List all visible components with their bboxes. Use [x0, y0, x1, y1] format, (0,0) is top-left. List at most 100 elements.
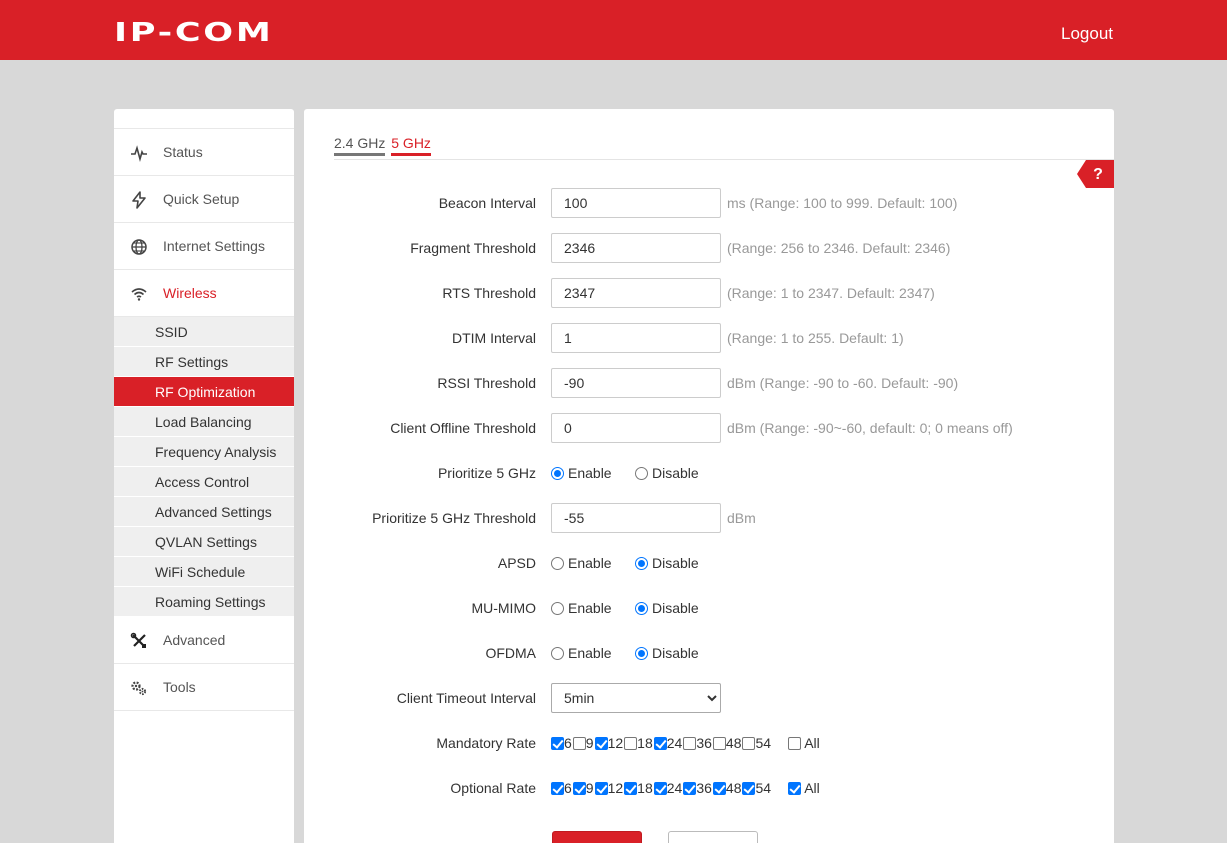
optional-rate-48-checkbox[interactable]	[712, 782, 726, 795]
optional-rate-all-checkbox[interactable]	[788, 782, 802, 795]
ofdma-disable-radio[interactable]: Disable	[635, 645, 699, 661]
optional-rate-row: Optional Rate 6 9 12 18 24 36 48 54 All	[304, 773, 1114, 803]
radio-label: Enable	[568, 555, 612, 571]
sidebar-item-label: Internet Settings	[163, 238, 265, 254]
sidebar-item-label: Advanced	[163, 632, 226, 648]
optional-rate-54-checkbox[interactable]	[742, 782, 756, 795]
radio-dot	[635, 647, 648, 660]
rate-label: 24	[666, 780, 683, 796]
radio-label: Disable	[652, 465, 699, 481]
sidebar-item-advanced[interactable]: Advanced	[114, 617, 294, 664]
globe-icon	[131, 239, 147, 255]
mandatory-rate-54-checkbox[interactable]	[742, 737, 756, 750]
sidebar-sub-rf-settings[interactable]: RF Settings	[114, 347, 294, 377]
fragment-threshold-input[interactable]	[551, 233, 721, 263]
mandatory-rate-row: Mandatory Rate 6 9 12 18 24 36 48 54 All	[304, 728, 1114, 758]
apsd-enable-radio[interactable]: Enable	[551, 555, 612, 571]
client-offline-threshold-input[interactable]	[551, 413, 721, 443]
mandatory-rate-9-checkbox[interactable]	[572, 737, 586, 750]
client-timeout-row: Client Timeout Interval 5min	[304, 683, 1114, 713]
rate-label: 36	[696, 735, 712, 751]
main-panel: 2.4 GHz 5 GHz ? Beacon Interval ms (Rang…	[304, 109, 1114, 843]
mandatory-rate-all[interactable]: All	[788, 735, 820, 751]
tab-2-4ghz[interactable]: 2.4 GHz	[334, 135, 386, 156]
client-offline-threshold-label: Client Offline Threshold	[390, 420, 536, 436]
sidebar-item-internet-settings[interactable]: Internet Settings	[114, 223, 294, 270]
save-button[interactable]: Save	[552, 831, 642, 843]
sidebar-item-status[interactable]: Status	[114, 129, 294, 176]
sidebar-item-wireless[interactable]: Wireless	[114, 270, 294, 317]
sidebar-sub-ssid[interactable]: SSID	[114, 317, 294, 347]
mandatory-rate-options: 6 9 12 18 24 36 48 54 All	[551, 735, 820, 751]
optional-rate-9-checkbox[interactable]	[572, 782, 586, 795]
prioritize-5ghz-disable-radio[interactable]: Disable	[635, 465, 699, 481]
sidebar-sub-advanced-settings[interactable]: Advanced Settings	[114, 497, 294, 527]
tab-5ghz[interactable]: 5 GHz	[391, 135, 431, 156]
radio-dot	[635, 602, 648, 615]
fragment-threshold-row: Fragment Threshold (Range: 256 to 2346. …	[304, 233, 1114, 263]
beacon-interval-input[interactable]	[551, 188, 721, 218]
rts-threshold-input[interactable]	[551, 278, 721, 308]
rate-label: 6	[564, 780, 572, 796]
sidebar-item-quick-setup[interactable]: Quick Setup	[114, 176, 294, 223]
sidebar-sub-roaming-settings[interactable]: Roaming Settings	[114, 587, 294, 617]
radio-dot	[551, 557, 564, 570]
mandatory-rate-all-checkbox[interactable]	[788, 737, 802, 750]
help-icon[interactable]: ?	[1077, 160, 1114, 188]
fragment-threshold-hint: (Range: 256 to 2346. Default: 2346)	[727, 240, 951, 256]
pulse-icon	[131, 145, 147, 162]
mandatory-rate-6-checkbox[interactable]	[551, 737, 564, 750]
sidebar-item-tools[interactable]: Tools	[114, 664, 294, 711]
ofdma-row: OFDMA Enable Disable	[304, 638, 1114, 668]
cancel-button[interactable]: Cancel	[668, 831, 758, 843]
optional-rate-all[interactable]: All	[788, 780, 820, 796]
sidebar-sub-access-control[interactable]: Access Control	[114, 467, 294, 497]
gears-icon	[131, 681, 147, 696]
dtim-interval-input[interactable]	[551, 323, 721, 353]
prioritize-5ghz-enable-radio[interactable]: Enable	[551, 465, 612, 481]
radio-label: Disable	[652, 645, 699, 661]
radio-dot	[551, 647, 564, 660]
logout-link[interactable]: Logout	[1061, 24, 1113, 44]
rate-label: 9	[585, 780, 594, 796]
mandatory-rate-12-checkbox[interactable]	[594, 737, 608, 750]
mandatory-rate-18-checkbox[interactable]	[624, 737, 638, 750]
sidebar: Status Quick Setup Internet Settings Wir…	[114, 109, 294, 843]
optional-rate-6-checkbox[interactable]	[551, 782, 564, 795]
optional-rate-options: 6 9 12 18 24 36 48 54 All	[551, 780, 820, 796]
beacon-interval-hint: ms (Range: 100 to 999. Default: 100)	[727, 195, 958, 211]
sidebar-sub-wifi-schedule[interactable]: WiFi Schedule	[114, 557, 294, 587]
prioritize-5ghz-threshold-label: Prioritize 5 GHz Threshold	[372, 510, 536, 526]
mandatory-rate-label: Mandatory Rate	[436, 735, 536, 751]
apsd-row: APSD Enable Disable	[304, 548, 1114, 578]
ofdma-enable-radio[interactable]: Enable	[551, 645, 612, 661]
mandatory-rate-36-checkbox[interactable]	[683, 737, 697, 750]
sidebar-sub-load-balancing[interactable]: Load Balancing	[114, 407, 294, 437]
client-timeout-select[interactable]: 5min	[551, 683, 721, 713]
optional-rate-36-checkbox[interactable]	[683, 782, 697, 795]
rate-label: 48	[725, 735, 742, 751]
optional-rate-24-checkbox[interactable]	[653, 782, 667, 795]
sidebar-sub-rf-optimization[interactable]: RF Optimization	[114, 377, 294, 407]
sidebar-sub-frequency-analysis[interactable]: Frequency Analysis	[114, 437, 294, 467]
mu-mimo-row: MU-MIMO Enable Disable	[304, 593, 1114, 623]
rate-label: 12	[607, 735, 624, 751]
mandatory-rate-24-checkbox[interactable]	[653, 737, 667, 750]
mandatory-rate-48-checkbox[interactable]	[712, 737, 726, 750]
rate-label: 36	[696, 780, 712, 796]
rssi-threshold-input[interactable]	[551, 368, 721, 398]
prioritize-5ghz-threshold-input[interactable]	[551, 503, 721, 533]
apsd-disable-radio[interactable]: Disable	[635, 555, 699, 571]
tab-divider	[334, 159, 1114, 160]
sidebar-item-label: Wireless	[163, 285, 217, 301]
mu-mimo-enable-radio[interactable]: Enable	[551, 600, 612, 616]
sidebar-sub-qvlan-settings[interactable]: QVLAN Settings	[114, 527, 294, 557]
mu-mimo-label: MU-MIMO	[471, 600, 536, 616]
radio-dot	[551, 602, 564, 615]
optional-rate-18-checkbox[interactable]	[624, 782, 638, 795]
optional-rate-12-checkbox[interactable]	[594, 782, 608, 795]
rate-label: 18	[637, 780, 653, 796]
mu-mimo-disable-radio[interactable]: Disable	[635, 600, 699, 616]
rts-threshold-hint: (Range: 1 to 2347. Default: 2347)	[727, 285, 935, 301]
tools-icon	[130, 632, 146, 648]
